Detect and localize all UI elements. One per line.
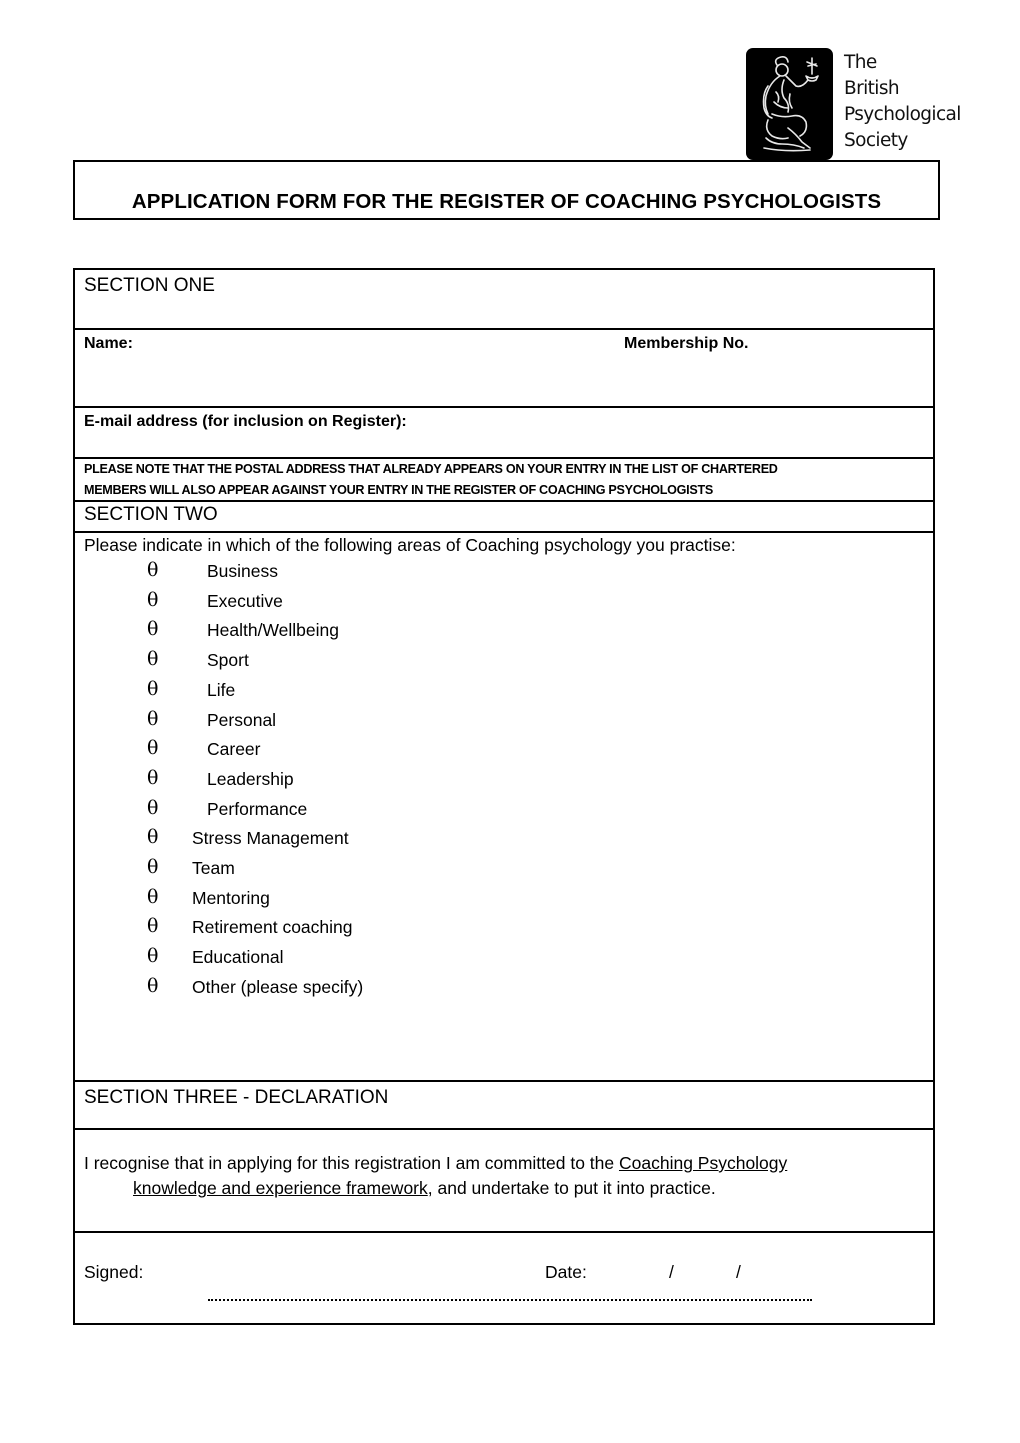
bps-logo: The British Psychological Society xyxy=(746,48,966,160)
area-label: Leadership xyxy=(207,768,294,789)
membership-number-label: Membership No. xyxy=(624,335,749,352)
area-option[interactable]: θ Team xyxy=(75,856,575,888)
logo-line: British xyxy=(844,78,900,99)
membership-number-field[interactable] xyxy=(624,360,924,400)
section-three-header: SECTION THREE - DECLARATION xyxy=(75,1082,933,1130)
area-label: Stress Management xyxy=(192,828,349,849)
area-option[interactable]: θ Personal xyxy=(75,708,575,740)
area-option[interactable]: θ Stress Management xyxy=(75,826,575,858)
name-label: Name: xyxy=(84,335,133,352)
checkbox-bullet-icon[interactable]: θ xyxy=(147,648,158,670)
checkbox-bullet-icon[interactable]: θ xyxy=(147,797,158,819)
signed-label: Signed: xyxy=(84,1262,144,1282)
area-option[interactable]: θ Sport xyxy=(75,648,575,680)
area-option[interactable]: θ Life xyxy=(75,678,575,710)
area-label: Other (please specify) xyxy=(192,976,364,997)
checkbox-bullet-icon[interactable]: θ xyxy=(147,826,158,848)
checkbox-bullet-icon[interactable]: θ xyxy=(147,708,158,730)
section-three-heading: SECTION THREE - DECLARATION xyxy=(84,1087,389,1108)
area-label: Educational xyxy=(192,947,284,968)
framework-link[interactable]: Coaching Psychology xyxy=(619,1153,787,1173)
section-one-heading: SECTION ONE xyxy=(84,275,215,296)
email-label: E-mail address (for inclusion on Registe… xyxy=(84,413,407,430)
area-label: Performance xyxy=(207,798,308,819)
bps-wordmark: The British Psychological Society xyxy=(844,50,961,154)
area-label: Team xyxy=(192,858,235,878)
area-option[interactable]: θ Business xyxy=(75,559,575,591)
checkbox-bullet-icon[interactable]: θ xyxy=(147,886,158,908)
note-line-2: MEMBERS WILL ALSO APPEAR AGAINST YOUR EN… xyxy=(84,483,713,497)
date-separator: / xyxy=(736,1262,741,1282)
declaration-line-1: I recognise that in applying for this re… xyxy=(84,1153,787,1174)
area-option[interactable]: θ Other (please specify) xyxy=(75,975,575,1007)
signature-field[interactable] xyxy=(155,1255,525,1289)
logo-line: The xyxy=(844,52,877,73)
area-option[interactable]: θ Mentoring xyxy=(75,886,575,918)
checkbox-bullet-icon[interactable]: θ xyxy=(147,975,158,997)
name-membership-row[interactable]: Name: Membership No. xyxy=(75,330,933,408)
application-form: SECTION ONE Name: Membership No. E-mail … xyxy=(73,268,935,1325)
area-option[interactable]: θ Career xyxy=(75,737,575,769)
date-separator: / xyxy=(669,1262,674,1282)
email-field[interactable] xyxy=(445,412,915,452)
declaration-row: I recognise that in applying for this re… xyxy=(75,1130,933,1233)
area-label: Health/Wellbeing xyxy=(207,620,339,641)
checkbox-bullet-icon[interactable]: θ xyxy=(147,945,158,967)
area-option[interactable]: θ Performance xyxy=(75,797,575,829)
section-two-header: SECTION TWO xyxy=(75,502,933,533)
signature-row: Signed: Date: / / xyxy=(75,1233,933,1325)
area-option[interactable]: θ Executive xyxy=(75,589,575,621)
area-option[interactable]: θ Educational xyxy=(75,945,575,977)
note-line-1: PLEASE NOTE THAT THE POSTAL ADDRESS THAT… xyxy=(84,462,778,476)
checkbox-bullet-icon[interactable]: θ xyxy=(147,767,158,789)
postal-address-note: PLEASE NOTE THAT THE POSTAL ADDRESS THAT… xyxy=(75,459,933,502)
areas-instruction: Please indicate in which of the followin… xyxy=(84,535,736,555)
area-label: Life xyxy=(207,679,236,700)
checkbox-bullet-icon[interactable]: θ xyxy=(147,915,158,937)
title-box: APPLICATION FORM FOR THE REGISTER OF COA… xyxy=(73,160,940,220)
date-month-field[interactable] xyxy=(681,1255,735,1289)
date-year-field[interactable] xyxy=(749,1255,869,1289)
checkbox-bullet-icon[interactable]: θ xyxy=(147,618,158,640)
logo-line: Society xyxy=(844,130,908,151)
area-label: Retirement coaching xyxy=(192,917,353,938)
section-two-heading: SECTION TWO xyxy=(84,504,218,525)
declaration-text-end: , and undertake to put it into practice. xyxy=(427,1178,716,1198)
name-field[interactable] xyxy=(145,334,595,394)
declaration-text: I recognise that in applying for this re… xyxy=(84,1153,619,1173)
area-label: Business xyxy=(207,561,279,581)
date-day-field[interactable] xyxy=(597,1255,665,1289)
email-row[interactable]: E-mail address (for inclusion on Registe… xyxy=(75,408,933,459)
checkbox-bullet-icon[interactable]: θ xyxy=(147,737,158,759)
area-option[interactable]: θ Leadership xyxy=(75,767,575,799)
checkbox-bullet-icon[interactable]: θ xyxy=(147,856,158,878)
area-label: Executive xyxy=(207,590,283,611)
area-label: Mentoring xyxy=(192,887,270,908)
framework-link-continued[interactable]: knowledge and experience framework xyxy=(133,1178,428,1198)
declaration-line-2: knowledge and experience framework, and … xyxy=(133,1178,716,1199)
date-label: Date: xyxy=(545,1262,587,1282)
checkbox-bullet-icon[interactable]: θ xyxy=(147,678,158,700)
section-two-body: Please indicate in which of the followin… xyxy=(75,533,933,1301)
logo-line: Psychological xyxy=(844,104,961,125)
area-label: Personal xyxy=(207,709,277,730)
area-option[interactable]: θ Health/Wellbeing xyxy=(75,618,575,650)
section-one-header: SECTION ONE xyxy=(75,270,933,330)
checkbox-bullet-icon[interactable]: θ xyxy=(147,589,158,611)
checkbox-bullet-icon[interactable]: θ xyxy=(147,559,158,581)
area-label: Sport xyxy=(207,650,249,671)
bps-figure-logo-icon xyxy=(746,48,833,160)
page-title: APPLICATION FORM FOR THE REGISTER OF COA… xyxy=(131,190,882,213)
area-option[interactable]: θ Retirement coaching xyxy=(75,915,575,947)
area-label: Career xyxy=(207,739,261,760)
